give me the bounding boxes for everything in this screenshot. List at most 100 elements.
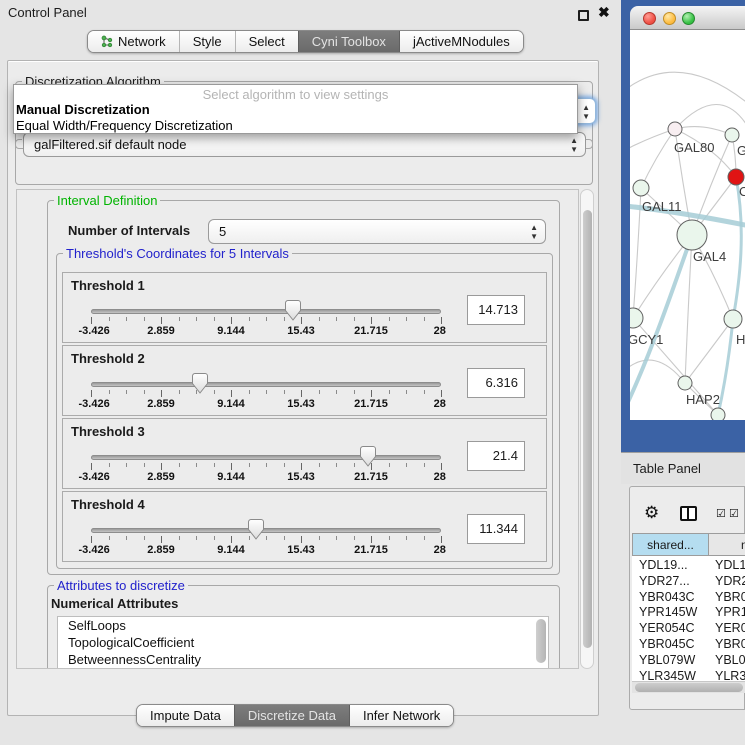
column-header-shared-name[interactable]: shared... bbox=[632, 533, 709, 556]
tick-label: 28 bbox=[434, 398, 446, 410]
name-cell[interactable]: YPR1 bbox=[715, 605, 745, 621]
network-edge[interactable] bbox=[630, 72, 745, 105]
gear-icon[interactable]: ⚙ bbox=[644, 503, 659, 523]
tick-mark bbox=[249, 463, 250, 467]
network-edge[interactable] bbox=[641, 129, 675, 188]
threshold-value-field[interactable]: 21.4 bbox=[467, 441, 525, 471]
tab-infer-network[interactable]: Infer Network bbox=[349, 705, 453, 726]
tab-discretize-data[interactable]: Discretize Data bbox=[234, 705, 349, 726]
name-cell[interactable]: YER0 bbox=[715, 621, 745, 637]
shared-name-cell[interactable]: YER054C bbox=[639, 621, 695, 637]
tab-label: Select bbox=[249, 31, 285, 52]
close-traffic-light-icon[interactable] bbox=[643, 12, 656, 25]
network-node[interactable] bbox=[711, 408, 725, 420]
name-cell[interactable]: YDR2 bbox=[715, 574, 745, 590]
tick-mark bbox=[424, 317, 425, 321]
float-window-icon[interactable] bbox=[578, 10, 589, 21]
minimize-traffic-light-icon[interactable] bbox=[663, 12, 676, 25]
slider-track[interactable] bbox=[91, 382, 441, 387]
panel-vertical-scrollbar[interactable] bbox=[580, 189, 594, 669]
tick-mark bbox=[161, 390, 162, 397]
network-node[interactable] bbox=[668, 122, 682, 136]
table-row[interactable]: YBR045C YBR0 bbox=[632, 637, 745, 653]
tab-style[interactable]: Style bbox=[179, 31, 235, 52]
algorithm-option-equal-width[interactable]: Equal Width/Frequency Discretization bbox=[16, 118, 233, 133]
network-canvas[interactable]: GAL80GACGAL11GAL4GCY1HHAP2 bbox=[630, 30, 745, 420]
network-node[interactable] bbox=[728, 169, 744, 185]
table-row[interactable]: YER054C YER0 bbox=[632, 621, 745, 637]
attribute-list-item[interactable]: BetweennessCentrality bbox=[58, 651, 548, 668]
network-node[interactable] bbox=[633, 180, 649, 196]
network-node[interactable] bbox=[678, 376, 692, 390]
slider-track[interactable] bbox=[91, 528, 441, 533]
combo-stepper-icon: ▲▼ bbox=[530, 223, 538, 241]
tick-mark bbox=[336, 463, 337, 467]
algorithm-option-manual[interactable]: Manual Discretization bbox=[16, 102, 150, 117]
slider-thumb[interactable] bbox=[284, 300, 302, 321]
tick-mark bbox=[144, 317, 145, 321]
slider-track[interactable] bbox=[91, 309, 441, 314]
shared-name-cell[interactable]: YBL079W bbox=[639, 653, 695, 669]
threshold-value-field[interactable]: 6.316 bbox=[467, 368, 525, 398]
numerical-attributes-list[interactable]: SelfLoopsTopologicalCoefficientBetweenne… bbox=[57, 616, 549, 669]
tick-mark bbox=[91, 317, 92, 324]
node-table[interactable]: shared... na YDL19...YDL1YDR27...YDR2YBR… bbox=[632, 533, 745, 681]
shared-name-cell[interactable]: YPR145W bbox=[639, 605, 697, 621]
table-row[interactable]: YBL079W YBL0 bbox=[632, 653, 745, 669]
tab-impute-data[interactable]: Impute Data bbox=[137, 705, 234, 726]
shared-name-cell[interactable]: YDL19... bbox=[639, 558, 688, 574]
name-cell[interactable]: YBR0 bbox=[715, 590, 745, 606]
slider-track[interactable] bbox=[91, 455, 441, 460]
columns-icon[interactable] bbox=[680, 506, 697, 521]
network-edge-highlighted[interactable] bbox=[718, 319, 733, 415]
table-row[interactable]: YPR145W YPR1 bbox=[632, 605, 745, 621]
attributes-list-scrollbar[interactable] bbox=[536, 619, 546, 663]
network-node[interactable] bbox=[630, 308, 643, 328]
network-node[interactable] bbox=[677, 220, 707, 250]
name-cell[interactable]: YDL1 bbox=[715, 558, 745, 574]
shared-name-cell[interactable]: YBR045C bbox=[639, 637, 695, 653]
tab-network[interactable]: Network bbox=[88, 31, 179, 52]
zoom-traffic-light-icon[interactable] bbox=[682, 12, 695, 25]
tab-select[interactable]: Select bbox=[235, 31, 298, 52]
shared-name-cell[interactable]: YBR043C bbox=[639, 590, 695, 606]
attribute-list-item[interactable]: TopologicalCoefficient bbox=[58, 634, 548, 651]
column-header-name[interactable]: na bbox=[708, 533, 745, 556]
tab-cyni-toolbox[interactable]: Cyni Toolbox bbox=[298, 31, 399, 52]
name-cell[interactable]: YLR3 bbox=[715, 669, 745, 681]
control-panel-title: Control Panel bbox=[8, 5, 87, 20]
select-none-checkbox-icon[interactable]: ☑ bbox=[729, 507, 739, 520]
tick-mark bbox=[284, 390, 285, 394]
network-node[interactable] bbox=[724, 310, 742, 328]
slider-thumb[interactable] bbox=[359, 446, 377, 467]
table-data-combobox[interactable]: galFiltered.sif default node ▲▼ bbox=[23, 132, 586, 157]
network-node[interactable] bbox=[725, 128, 739, 142]
network-window-titlebar[interactable] bbox=[630, 6, 745, 30]
table-row[interactable]: YBR043C YBR0 bbox=[632, 590, 745, 606]
threshold-value-field[interactable]: 11.344 bbox=[467, 514, 525, 544]
tab-jactivemnodules[interactable]: jActiveMNodules bbox=[399, 31, 523, 52]
select-all-checkbox-icon[interactable]: ☑ bbox=[716, 507, 726, 520]
name-cell[interactable]: YBR0 bbox=[715, 637, 745, 653]
table-row[interactable]: YDL19... YDL1 bbox=[632, 558, 745, 574]
name-cell[interactable]: YBL0 bbox=[715, 653, 745, 669]
algorithm-dropdown-popup: Select algorithm to view settings Manual… bbox=[13, 84, 578, 134]
close-icon[interactable]: ✖ bbox=[598, 4, 610, 21]
table-horizontal-scrollbar[interactable] bbox=[632, 681, 745, 693]
slider-thumb[interactable] bbox=[247, 519, 265, 540]
table-row[interactable]: YLR345W YLR3 bbox=[632, 669, 745, 681]
shared-name-cell[interactable]: YDR27... bbox=[639, 574, 690, 590]
number-of-intervals-combobox[interactable]: 5 ▲▼ bbox=[208, 219, 546, 244]
scrollbar-thumb[interactable] bbox=[583, 210, 592, 648]
scrollbar-thumb[interactable] bbox=[635, 683, 743, 692]
tick-mark bbox=[161, 317, 162, 324]
control-panel-tabs: NetworkStyle Select Cyni ToolboxjActiveMNo… bbox=[87, 30, 524, 53]
table-row[interactable]: YDR27... YDR2 bbox=[632, 574, 745, 590]
tick-mark bbox=[319, 390, 320, 394]
shared-name-cell[interactable]: YLR345W bbox=[639, 669, 696, 681]
slider-thumb[interactable] bbox=[191, 373, 209, 394]
attribute-list-item[interactable]: SelfLoops bbox=[58, 617, 548, 634]
threshold-value-field[interactable]: 14.713 bbox=[467, 295, 525, 325]
attributes-group: Attributes to discretize Numerical Attri… bbox=[47, 585, 560, 669]
tick-label: -3.426 bbox=[79, 471, 110, 483]
